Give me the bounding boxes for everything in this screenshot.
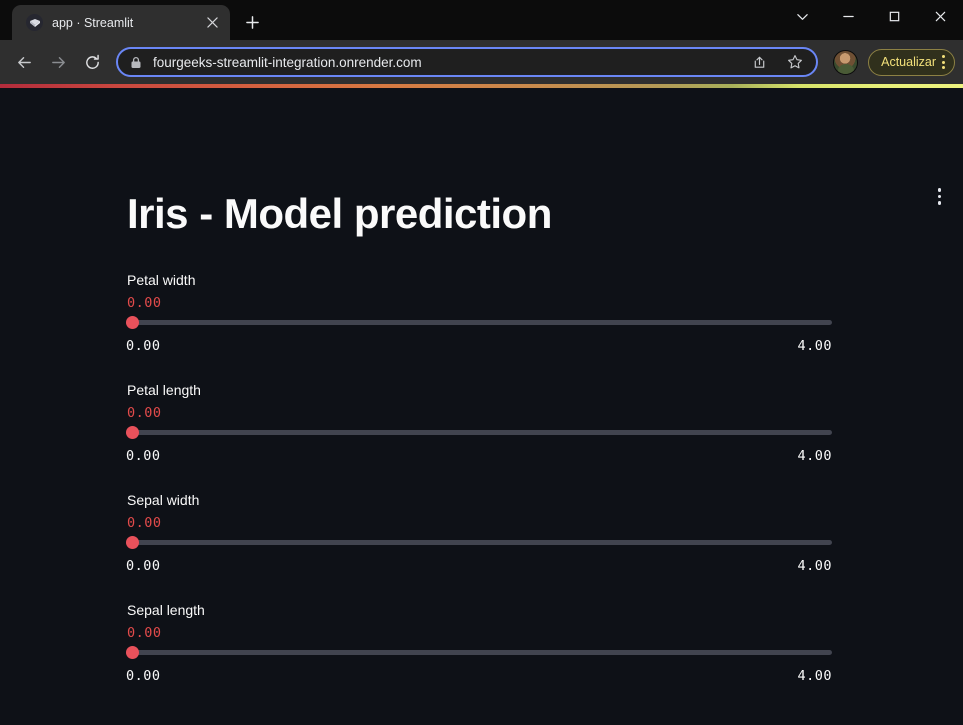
window-controls <box>779 0 963 33</box>
back-arrow-icon[interactable] <box>8 46 40 78</box>
app-menu-button[interactable] <box>932 182 948 211</box>
slider-track[interactable] <box>126 539 832 545</box>
slider-group-sepal-length: Sepal length 0.00 0.00 4.00 <box>126 602 832 684</box>
slider-track[interactable] <box>126 429 832 435</box>
slider-label: Petal width <box>127 272 196 289</box>
address-bar[interactable]: fourgeeks-streamlit-integration.onrender… <box>116 47 819 77</box>
slider-min-label: 0.00 <box>126 668 161 685</box>
slider-track[interactable] <box>126 319 832 325</box>
browser-window: app · Streamlit fourgeeks-streamlit-inte… <box>0 0 963 725</box>
slider-sepal-width[interactable] <box>126 533 832 551</box>
slider-current-value: 0.00 <box>127 405 162 422</box>
page-title: Iris - Model prediction <box>127 190 552 237</box>
slider-track[interactable] <box>126 649 832 655</box>
slider-label: Petal length <box>127 382 201 399</box>
slider-thumb[interactable] <box>126 645 139 659</box>
slider-petal-length[interactable] <box>126 423 832 441</box>
close-icon[interactable] <box>203 14 221 32</box>
streamlit-crown-icon <box>26 14 43 31</box>
share-icon[interactable] <box>746 49 772 75</box>
slider-thumb[interactable] <box>126 535 139 549</box>
browser-tab[interactable]: app · Streamlit <box>12 5 230 40</box>
slider-sepal-length[interactable] <box>126 643 832 661</box>
slider-max-label: 4.00 <box>797 558 832 575</box>
tab-title: app · Streamlit <box>52 15 134 30</box>
slider-min-label: 0.00 <box>126 338 161 355</box>
slider-range-labels: 0.00 4.00 <box>126 558 832 574</box>
slider-range-labels: 0.00 4.00 <box>126 448 832 464</box>
slider-group-sepal-width: Sepal width 0.00 0.00 4.00 <box>126 492 832 574</box>
maximize-icon[interactable] <box>871 0 917 33</box>
app-content: Iris - Model prediction Petal width 0.00… <box>126 84 832 725</box>
forward-arrow-icon[interactable] <box>42 46 74 78</box>
slider-current-value: 0.00 <box>127 515 162 532</box>
new-tab-button[interactable] <box>238 8 266 36</box>
browser-title-bar: app · Streamlit <box>0 0 963 40</box>
kebab-menu-icon[interactable] <box>942 55 945 69</box>
address-bar-url[interactable]: fourgeeks-streamlit-integration.onrender… <box>153 55 736 70</box>
tab-strip: app · Streamlit <box>0 0 266 40</box>
slider-petal-width[interactable] <box>126 313 832 331</box>
slider-max-label: 4.00 <box>797 668 832 685</box>
update-button-label: Actualizar <box>881 55 936 69</box>
slider-min-label: 0.00 <box>126 558 161 575</box>
slider-min-label: 0.00 <box>126 448 161 465</box>
slider-current-value: 0.00 <box>127 625 162 642</box>
chevron-down-icon[interactable] <box>779 0 825 33</box>
slider-max-label: 4.00 <box>797 448 832 465</box>
slider-max-label: 4.00 <box>797 338 832 355</box>
slider-label: Sepal width <box>127 492 200 509</box>
lock-icon[interactable] <box>130 56 143 69</box>
slider-group-petal-length: Petal length 0.00 0.00 4.00 <box>126 382 832 464</box>
browser-toolbar: fourgeeks-streamlit-integration.onrender… <box>0 40 963 84</box>
star-icon[interactable] <box>782 49 808 75</box>
slider-thumb[interactable] <box>126 425 139 439</box>
close-icon[interactable] <box>917 0 963 33</box>
slider-range-labels: 0.00 4.00 <box>126 338 832 354</box>
slider-current-value: 0.00 <box>127 295 162 312</box>
profile-avatar[interactable] <box>833 49 859 75</box>
streamlit-app: Iris - Model prediction Petal width 0.00… <box>0 84 963 725</box>
reload-icon[interactable] <box>76 46 108 78</box>
slider-thumb[interactable] <box>126 315 139 329</box>
slider-group-petal-width: Petal width 0.00 0.00 4.00 <box>126 272 832 354</box>
minimize-icon[interactable] <box>825 0 871 33</box>
slider-label: Sepal length <box>127 602 205 619</box>
update-button[interactable]: Actualizar <box>868 48 955 76</box>
slider-range-labels: 0.00 4.00 <box>126 668 832 684</box>
